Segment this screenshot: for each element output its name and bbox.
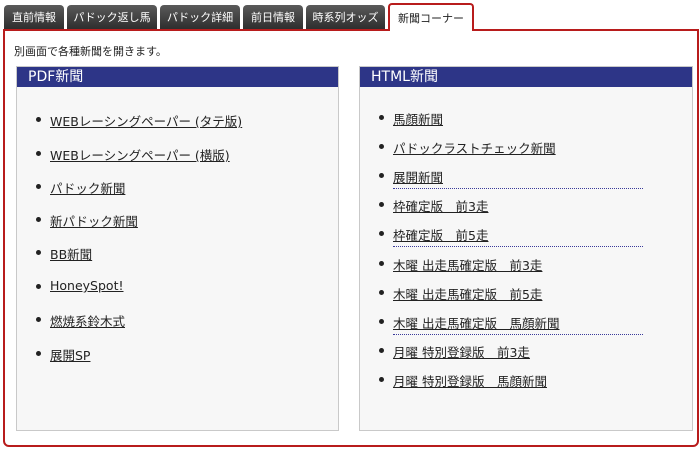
separator <box>393 188 643 189</box>
html-link-mokuyo-kakutei-5[interactable]: 木曜 出走馬確定版 前5走 <box>393 284 542 303</box>
list-item: パドックラストチェック新聞 <box>360 136 690 156</box>
list-item: 枠確定版 前5走 <box>360 223 690 243</box>
bullet <box>379 261 384 266</box>
bullet <box>36 217 41 222</box>
bullet <box>379 377 384 382</box>
html-panel-title: HTML新聞 <box>360 67 692 87</box>
html-link-getsuyo-tokubetsu-3[interactable]: 月曜 特別登録版 前3走 <box>393 342 530 361</box>
pdf-link-paddock-shinbun[interactable]: パドック新聞 <box>50 178 125 197</box>
list-item: 木曜 出走馬確定版 前3走 <box>360 253 690 273</box>
list-item: HoneySpot! <box>17 276 337 296</box>
tab-jikeiretsu-odds[interactable]: 時系列オッズ <box>306 5 385 29</box>
list-item: 燃焼系鈴木式 <box>17 309 337 329</box>
bullet <box>36 317 41 322</box>
list-item: 木曜 出走馬確定版 馬顔新聞 <box>360 311 690 331</box>
html-link-tenkai-shinbun[interactable]: 展開新聞 <box>393 167 443 186</box>
tab-paddock-kaeshiuma[interactable]: パドック返し馬 <box>67 5 157 29</box>
bullet <box>379 348 384 353</box>
tab-paddock-shosai[interactable]: パドック詳細 <box>160 5 240 29</box>
pdf-link-web-racing-paper-tate[interactable]: WEBレーシングペーパー (タテ版) <box>50 111 242 130</box>
list-item: 新パドック新聞 <box>17 209 337 229</box>
bullet <box>379 202 384 207</box>
tab-shinbun-corner[interactable]: 新聞コーナー <box>388 3 474 31</box>
bullet <box>36 351 41 356</box>
pdf-link-bb-shinbun[interactable]: BB新聞 <box>50 244 92 263</box>
pdf-panel-title: PDF新聞 <box>17 67 338 87</box>
html-link-waku-kakutei-5[interactable]: 枠確定版 前5走 <box>393 225 488 244</box>
list-item: 展開新聞 <box>360 165 690 185</box>
html-link-umagao-shinbun[interactable]: 馬顔新聞 <box>393 109 443 128</box>
tab-zenjitsu-joho[interactable]: 前日情報 <box>243 5 303 29</box>
tab-chokuzen-joho[interactable]: 直前情報 <box>4 5 64 29</box>
bullet <box>379 144 384 149</box>
list-item: 枠確定版 前3走 <box>360 194 690 214</box>
intro-text: 別画面で各種新聞を開きます。 <box>14 45 167 58</box>
list-item: 木曜 出走馬確定版 前5走 <box>360 282 690 302</box>
bullet <box>379 173 384 178</box>
bullet <box>379 290 384 295</box>
bullet <box>36 184 41 189</box>
html-link-paddock-last-check[interactable]: パドックラストチェック新聞 <box>393 138 556 157</box>
bullet <box>379 231 384 236</box>
bullet <box>36 250 41 255</box>
html-newspaper-panel: HTML新聞 馬顔新聞 パドックラストチェック新聞 展開新聞 枠確定版 前3走 … <box>359 66 693 431</box>
bullet <box>379 115 384 120</box>
pdf-link-web-racing-paper-yoko[interactable]: WEBレーシングペーパー (横版) <box>50 145 230 164</box>
separator <box>393 334 643 335</box>
list-item: WEBレーシングペーパー (横版) <box>17 143 337 163</box>
list-item: 月曜 特別登録版 前3走 <box>360 340 690 360</box>
content-panel: 別画面で各種新聞を開きます。 PDF新聞 WEBレーシングペーパー (タテ版) … <box>3 29 699 447</box>
html-link-waku-kakutei-3[interactable]: 枠確定版 前3走 <box>393 196 488 215</box>
html-link-mokuyo-umagao[interactable]: 木曜 出走馬確定版 馬顔新聞 <box>393 313 559 332</box>
pdf-link-honeyspot[interactable]: HoneySpot! <box>50 278 124 293</box>
bullet <box>379 319 384 324</box>
bullet <box>36 117 41 122</box>
html-link-getsuyo-tokubetsu-umagao[interactable]: 月曜 特別登録版 馬顔新聞 <box>393 371 547 390</box>
list-item: 馬顔新聞 <box>360 107 690 127</box>
list-item: BB新聞 <box>17 242 337 262</box>
list-item: WEBレーシングペーパー (タテ版) <box>17 109 337 129</box>
list-item: 月曜 特別登録版 馬顔新聞 <box>360 369 690 389</box>
tab-bar: 直前情報 パドック返し馬 パドック詳細 前日情報 時系列オッズ 新聞コーナー <box>0 0 699 31</box>
pdf-link-shin-paddock-shinbun[interactable]: 新パドック新聞 <box>50 211 138 230</box>
html-link-mokuyo-kakutei-3[interactable]: 木曜 出走馬確定版 前3走 <box>393 255 542 274</box>
bullet <box>36 284 41 289</box>
pdf-link-tenkai-sp[interactable]: 展開SP <box>50 345 90 364</box>
pdf-link-nenshokei-suzukishiki[interactable]: 燃焼系鈴木式 <box>50 311 125 330</box>
separator <box>393 246 643 247</box>
list-item: パドック新聞 <box>17 176 337 196</box>
list-item: 展開SP <box>17 343 337 363</box>
bullet <box>36 151 41 156</box>
pdf-newspaper-panel: PDF新聞 WEBレーシングペーパー (タテ版) WEBレーシングペーパー (横… <box>16 66 339 431</box>
